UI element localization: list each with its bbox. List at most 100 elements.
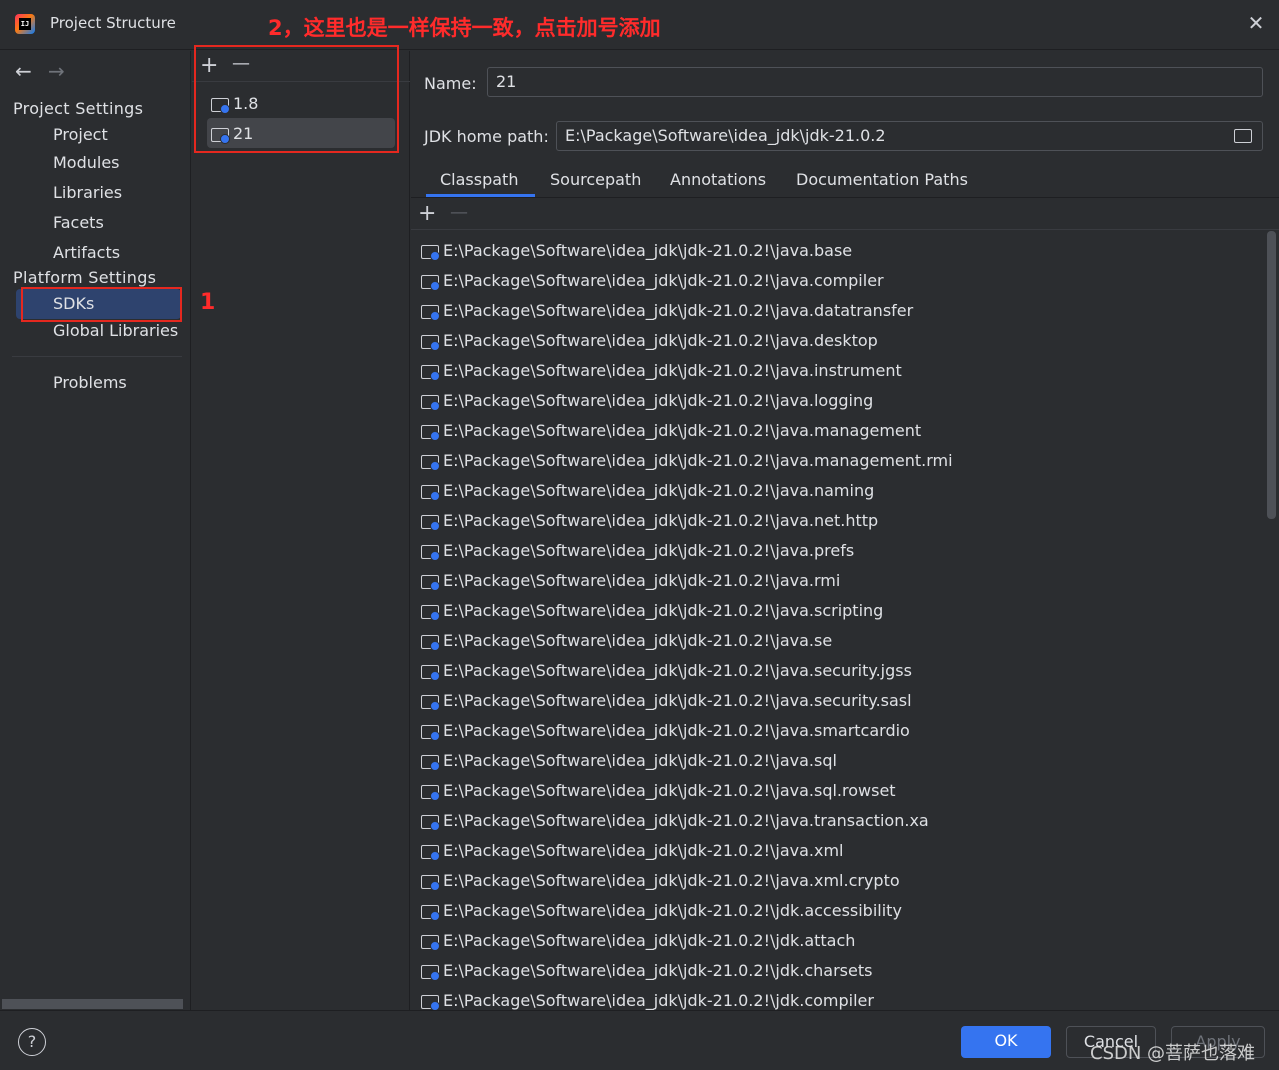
jar-folder-icon <box>421 633 440 651</box>
jar-folder-icon <box>421 993 440 1010</box>
jar-folder-icon <box>421 963 440 981</box>
jar-folder-icon <box>421 723 440 741</box>
nav-item-modules[interactable]: Modules <box>53 153 120 172</box>
classpath-row[interactable]: E:\Package\Software\idea_jdk\jdk-21.0.2!… <box>421 955 872 985</box>
back-arrow-icon[interactable]: ← <box>15 59 32 83</box>
classpath-entry-label: E:\Package\Software\idea_jdk\jdk-21.0.2!… <box>443 930 856 950</box>
jar-folder-icon <box>421 813 440 831</box>
jdk-home-path-value: E:\Package\Software\idea_jdk\jdk-21.0.2 <box>565 126 886 145</box>
classpath-entry-label: E:\Package\Software\idea_jdk\jdk-21.0.2!… <box>443 960 873 980</box>
classpath-entry-label: E:\Package\Software\idea_jdk\jdk-21.0.2!… <box>443 780 896 800</box>
classpath-row[interactable]: E:\Package\Software\idea_jdk\jdk-21.0.2!… <box>421 715 910 745</box>
intellij-logo-icon: IJ <box>15 14 35 34</box>
classpath-row[interactable]: E:\Package\Software\idea_jdk\jdk-21.0.2!… <box>421 595 883 625</box>
sdk-detail-panel: Name: 21 JDK home path: E:\Package\Softw… <box>411 51 1279 1010</box>
classpath-row[interactable]: E:\Package\Software\idea_jdk\jdk-21.0.2!… <box>421 415 921 445</box>
remove-classpath-button[interactable]: — <box>450 202 468 224</box>
jar-folder-icon <box>421 693 440 711</box>
classpath-row[interactable]: E:\Package\Software\idea_jdk\jdk-21.0.2!… <box>421 985 874 1010</box>
classpath-row[interactable]: E:\Package\Software\idea_jdk\jdk-21.0.2!… <box>421 535 854 565</box>
jar-folder-icon <box>421 423 440 441</box>
classpath-entry-label: E:\Package\Software\idea_jdk\jdk-21.0.2!… <box>443 270 884 290</box>
active-tab-indicator <box>426 194 535 197</box>
tab-classpath[interactable]: Classpath <box>440 170 518 189</box>
jar-folder-icon <box>421 903 440 921</box>
classpath-row[interactable]: E:\Package\Software\idea_jdk\jdk-21.0.2!… <box>421 745 837 775</box>
help-button[interactable]: ? <box>18 1028 46 1056</box>
annotation-box-sdks <box>21 287 182 322</box>
jdk-home-path-field[interactable]: E:\Package\Software\idea_jdk\jdk-21.0.2 <box>556 121 1263 151</box>
jar-folder-icon <box>421 783 440 801</box>
nav-horizontal-scrollbar[interactable] <box>2 999 183 1009</box>
nav-item-project[interactable]: Project <box>53 125 108 144</box>
classpath-row[interactable]: E:\Package\Software\idea_jdk\jdk-21.0.2!… <box>421 625 832 655</box>
tab-sourcepath[interactable]: Sourcepath <box>550 170 641 189</box>
annotation-step-2: 2，这里也是一样保持一致，点击加号添加 <box>268 16 661 40</box>
settings-nav: ← → Project Settings Project Modules Lib… <box>0 51 191 1010</box>
browse-folder-icon[interactable] <box>1234 129 1252 143</box>
classpath-row[interactable]: E:\Package\Software\idea_jdk\jdk-21.0.2!… <box>421 835 843 865</box>
classpath-row[interactable]: E:\Package\Software\idea_jdk\jdk-21.0.2!… <box>421 865 900 895</box>
forward-arrow-icon[interactable]: → <box>48 59 65 83</box>
classpath-entry-label: E:\Package\Software\idea_jdk\jdk-21.0.2!… <box>443 720 910 740</box>
classpath-row[interactable]: E:\Package\Software\idea_jdk\jdk-21.0.2!… <box>421 565 840 595</box>
classpath-row[interactable]: E:\Package\Software\idea_jdk\jdk-21.0.2!… <box>421 475 874 505</box>
classpath-row[interactable]: E:\Package\Software\idea_jdk\jdk-21.0.2!… <box>421 265 884 295</box>
annotation-step-1: 1 <box>200 290 216 315</box>
tab-annotations[interactable]: Annotations <box>670 170 766 189</box>
nav-item-artifacts[interactable]: Artifacts <box>53 243 120 262</box>
nav-item-libraries[interactable]: Libraries <box>53 183 122 202</box>
classpath-row[interactable]: E:\Package\Software\idea_jdk\jdk-21.0.2!… <box>421 235 852 265</box>
classpath-entry-label: E:\Package\Software\idea_jdk\jdk-21.0.2!… <box>443 360 902 380</box>
classpath-entry-label: E:\Package\Software\idea_jdk\jdk-21.0.2!… <box>443 240 853 260</box>
sdk-list-panel: + — 1.8 21 <box>192 51 410 1010</box>
classpath-entry-label: E:\Package\Software\idea_jdk\jdk-21.0.2!… <box>443 840 844 860</box>
jar-folder-icon <box>421 753 440 771</box>
ok-button[interactable]: OK <box>961 1026 1051 1058</box>
classpath-entry-label: E:\Package\Software\idea_jdk\jdk-21.0.2!… <box>443 510 879 530</box>
jar-folder-icon <box>421 513 440 531</box>
jar-folder-icon <box>421 843 440 861</box>
classpath-row[interactable]: E:\Package\Software\idea_jdk\jdk-21.0.2!… <box>421 925 855 955</box>
name-field[interactable]: 21 <box>487 67 1263 97</box>
jar-folder-icon <box>421 873 440 891</box>
dialog-footer: ? OK Cancel Apply CSDN @菩萨也落难 <box>0 1010 1279 1070</box>
classpath-scrollbar[interactable] <box>1267 231 1276 519</box>
jdk-home-label: JDK home path: <box>424 127 549 146</box>
project-settings-heading: Project Settings <box>13 99 144 118</box>
add-classpath-button[interactable]: + <box>418 203 436 225</box>
classpath-row[interactable]: E:\Package\Software\idea_jdk\jdk-21.0.2!… <box>421 805 929 835</box>
classpath-row[interactable]: E:\Package\Software\idea_jdk\jdk-21.0.2!… <box>421 385 873 415</box>
classpath-list: E:\Package\Software\idea_jdk\jdk-21.0.2!… <box>411 235 1266 1010</box>
classpath-entry-label: E:\Package\Software\idea_jdk\jdk-21.0.2!… <box>443 570 841 590</box>
classpath-row[interactable]: E:\Package\Software\idea_jdk\jdk-21.0.2!… <box>421 295 913 325</box>
classpath-row[interactable]: E:\Package\Software\idea_jdk\jdk-21.0.2!… <box>421 355 902 385</box>
classpath-row[interactable]: E:\Package\Software\idea_jdk\jdk-21.0.2!… <box>421 505 878 535</box>
classpath-entry-label: E:\Package\Software\idea_jdk\jdk-21.0.2!… <box>443 690 912 710</box>
classpath-entry-label: E:\Package\Software\idea_jdk\jdk-21.0.2!… <box>443 420 922 440</box>
nav-item-global-libraries[interactable]: Global Libraries <box>53 321 178 340</box>
annotation-box-sdk-list <box>194 45 399 153</box>
classpath-row[interactable]: E:\Package\Software\idea_jdk\jdk-21.0.2!… <box>421 655 912 685</box>
csdn-watermark: CSDN @菩萨也落难 <box>1090 1043 1256 1064</box>
name-label: Name: <box>424 74 477 93</box>
close-icon[interactable]: ✕ <box>1245 12 1267 34</box>
classpath-entry-label: E:\Package\Software\idea_jdk\jdk-21.0.2!… <box>443 450 953 470</box>
nav-item-facets[interactable]: Facets <box>53 213 104 232</box>
classpath-row[interactable]: E:\Package\Software\idea_jdk\jdk-21.0.2!… <box>421 325 878 355</box>
classpath-row[interactable]: E:\Package\Software\idea_jdk\jdk-21.0.2!… <box>421 445 953 475</box>
tab-documentation-paths[interactable]: Documentation Paths <box>796 170 968 189</box>
jar-folder-icon <box>421 603 440 621</box>
classpath-row[interactable]: E:\Package\Software\idea_jdk\jdk-21.0.2!… <box>421 685 912 715</box>
classpath-row[interactable]: E:\Package\Software\idea_jdk\jdk-21.0.2!… <box>421 775 896 805</box>
nav-item-problems[interactable]: Problems <box>53 373 127 392</box>
jar-folder-icon <box>421 483 440 501</box>
jar-folder-icon <box>421 543 440 561</box>
classpath-row[interactable]: E:\Package\Software\idea_jdk\jdk-21.0.2!… <box>421 895 902 925</box>
jar-folder-icon <box>421 243 440 261</box>
classpath-entry-label: E:\Package\Software\idea_jdk\jdk-21.0.2!… <box>443 900 902 920</box>
jar-folder-icon <box>421 933 440 951</box>
jar-folder-icon <box>421 573 440 591</box>
window-title: Project Structure <box>50 14 176 32</box>
jar-folder-icon <box>421 303 440 321</box>
